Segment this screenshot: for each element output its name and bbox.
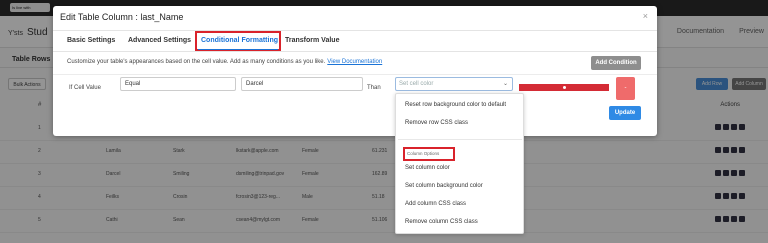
update-button[interactable]: Update bbox=[609, 106, 641, 120]
add-condition-button[interactable]: Add Condition bbox=[591, 56, 641, 70]
color-handle[interactable] bbox=[563, 86, 566, 89]
view-documentation-link[interactable]: View Documentation bbox=[327, 59, 382, 65]
menu-divider bbox=[398, 139, 522, 140]
menu-item-remove-column-css[interactable]: Remove column CSS class bbox=[405, 219, 478, 225]
chevron-down-icon: ⌄ bbox=[502, 81, 508, 87]
action-dropdown-menu: Reset row background color to default Re… bbox=[395, 93, 524, 234]
conditional-description: Customize your table's appearances based… bbox=[67, 59, 382, 65]
tab-advanced-settings[interactable]: Advanced Settings bbox=[128, 37, 191, 44]
than-label: Than bbox=[367, 85, 381, 91]
tab-basic-settings[interactable]: Basic Settings bbox=[67, 37, 115, 44]
menu-item-remove-row-css[interactable]: Remove row CSS class bbox=[405, 120, 468, 126]
action-select-placeholder: Set cell color bbox=[399, 81, 434, 87]
if-cell-value-label: If Cell Value bbox=[69, 85, 101, 91]
modal-title: Edit Table Column : last_Name bbox=[60, 12, 184, 22]
menu-item-reset-row-bg[interactable]: Reset row background color to default bbox=[405, 102, 506, 108]
rule-divider bbox=[53, 74, 657, 75]
menu-item-set-column-bg[interactable]: Set column background color bbox=[405, 183, 483, 189]
tabs-divider bbox=[53, 51, 657, 52]
edit-column-modal: Edit Table Column : last_Name × Basic Se… bbox=[53, 6, 657, 136]
description-text: Customize your table's appearances based… bbox=[67, 59, 326, 65]
operator-select[interactable]: Equal bbox=[120, 77, 236, 91]
condition-value-input[interactable]: Darcel bbox=[241, 77, 363, 91]
action-select[interactable]: Set cell color ⌄ bbox=[395, 77, 513, 91]
remove-condition-button[interactable]: - bbox=[616, 77, 635, 100]
modal-divider bbox=[53, 30, 657, 31]
tab-transform-value[interactable]: Transform Value bbox=[285, 37, 339, 44]
menu-group-column-options: Column Options bbox=[403, 147, 455, 161]
active-tab-indicator bbox=[198, 49, 278, 50]
menu-item-add-column-css[interactable]: Add column CSS class bbox=[405, 201, 466, 207]
tab-conditional-formatting[interactable]: Conditional Formatting bbox=[201, 37, 278, 44]
color-preview-bar[interactable] bbox=[519, 84, 609, 91]
close-icon[interactable]: × bbox=[643, 11, 648, 21]
menu-item-set-column-color[interactable]: Set column color bbox=[405, 165, 450, 171]
